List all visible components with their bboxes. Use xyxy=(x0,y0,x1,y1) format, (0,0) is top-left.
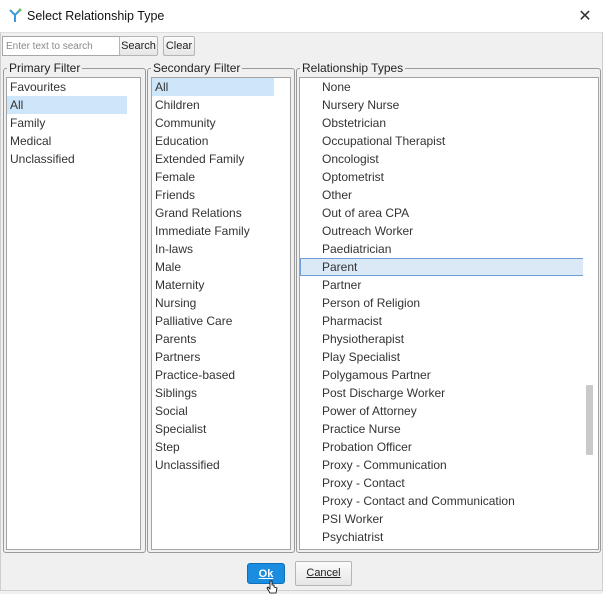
search-button[interactable]: Search xyxy=(119,36,158,56)
secondary-filter-legend: Secondary Filter xyxy=(153,61,241,75)
list-item[interactable]: Practice-based xyxy=(152,366,274,384)
list-item[interactable]: Out of area CPA xyxy=(300,204,585,222)
list-item[interactable]: Grand Relations xyxy=(152,204,274,222)
list-item[interactable]: Education xyxy=(152,132,274,150)
clear-button[interactable]: Clear xyxy=(163,36,195,56)
list-item[interactable]: Psychiatrist xyxy=(300,528,585,546)
list-item[interactable]: Step xyxy=(152,438,274,456)
list-item[interactable]: Person of Religion xyxy=(300,294,585,312)
relationship-types-scrollbar[interactable] xyxy=(583,78,596,547)
cancel-button[interactable]: Cancel xyxy=(295,561,352,586)
list-item[interactable]: Paediatrician xyxy=(300,240,585,258)
list-item[interactable]: Immediate Family xyxy=(152,222,274,240)
list-item[interactable]: Maternity xyxy=(152,276,274,294)
list-item[interactable]: Friends xyxy=(152,186,274,204)
list-item[interactable]: Male xyxy=(152,258,274,276)
list-item[interactable]: Social xyxy=(152,402,274,420)
list-item[interactable]: All xyxy=(152,78,274,96)
list-item[interactable]: Proxy - Contact xyxy=(300,474,585,492)
list-item[interactable]: Specialist xyxy=(152,420,274,438)
secondary-filter-list[interactable]: All Children Community Education Extended Fa… xyxy=(151,77,291,550)
title-bar: Select Relationship Type ✕ xyxy=(0,0,603,33)
list-item[interactable]: Siblings xyxy=(152,384,274,402)
list-item[interactable]: Probation Officer xyxy=(300,438,585,456)
primary-filter-legend: Primary Filter xyxy=(9,61,81,75)
list-item[interactable]: Physiotherapist xyxy=(300,330,585,348)
list-item[interactable]: Other xyxy=(300,186,585,204)
list-item[interactable]: Female xyxy=(152,168,274,186)
list-item[interactable]: Family xyxy=(7,114,127,132)
list-item[interactable]: Practice Nurse xyxy=(300,420,585,438)
list-item[interactable]: Proxy - Contact and Communication xyxy=(300,492,585,510)
list-item[interactable]: Favourites xyxy=(7,78,127,96)
list-item[interactable]: Play Specialist xyxy=(300,348,585,366)
list-item[interactable]: Optometrist xyxy=(300,168,585,186)
list-item[interactable]: Unclassified xyxy=(152,456,274,474)
list-item[interactable]: None xyxy=(300,78,585,96)
list-item[interactable]: Post Discharge Worker xyxy=(300,384,585,402)
relationship-types-list[interactable]: None Nursery Nurse Obstetrician Occupationa… xyxy=(299,77,599,550)
list-item[interactable]: PSI Worker xyxy=(300,510,585,528)
list-item[interactable]: Polygamous Partner xyxy=(300,366,585,384)
list-item[interactable]: Community xyxy=(152,114,274,132)
list-item[interactable]: Power of Attorney xyxy=(300,402,585,420)
relationship-types-legend: Relationship Types xyxy=(302,61,404,75)
list-item[interactable]: Obstetrician xyxy=(300,114,585,132)
primary-filter-list[interactable]: Favourites All Family Medical Unclassified xyxy=(6,77,141,550)
list-item[interactable]: Partner xyxy=(300,276,585,294)
app-logo-icon xyxy=(9,8,22,22)
list-item[interactable]: Parent xyxy=(300,258,585,276)
list-item[interactable]: Unclassified xyxy=(7,150,127,168)
close-icon[interactable]: ✕ xyxy=(567,0,603,32)
list-item[interactable]: All xyxy=(7,96,127,114)
list-item[interactable]: Outreach Worker xyxy=(300,222,585,240)
search-input[interactable] xyxy=(2,36,120,56)
list-item[interactable]: Nursery Nurse xyxy=(300,96,585,114)
list-item[interactable]: Extended Family xyxy=(152,150,274,168)
list-item[interactable]: Children xyxy=(152,96,274,114)
list-item[interactable]: Palliative Care xyxy=(152,312,274,330)
scrollbar-thumb[interactable] xyxy=(586,385,593,455)
list-item[interactable]: Nursing xyxy=(152,294,274,312)
list-item[interactable]: Occupational Therapist xyxy=(300,132,585,150)
list-item[interactable]: Oncologist xyxy=(300,150,585,168)
list-item[interactable]: Partners xyxy=(152,348,274,366)
window-title: Select Relationship Type xyxy=(27,9,165,23)
list-item[interactable]: Pharmacist xyxy=(300,312,585,330)
list-item[interactable]: In-laws xyxy=(152,240,274,258)
list-item[interactable]: Parents xyxy=(152,330,274,348)
list-item[interactable]: Medical xyxy=(7,132,127,150)
list-item[interactable]: Proxy - Communication xyxy=(300,456,585,474)
